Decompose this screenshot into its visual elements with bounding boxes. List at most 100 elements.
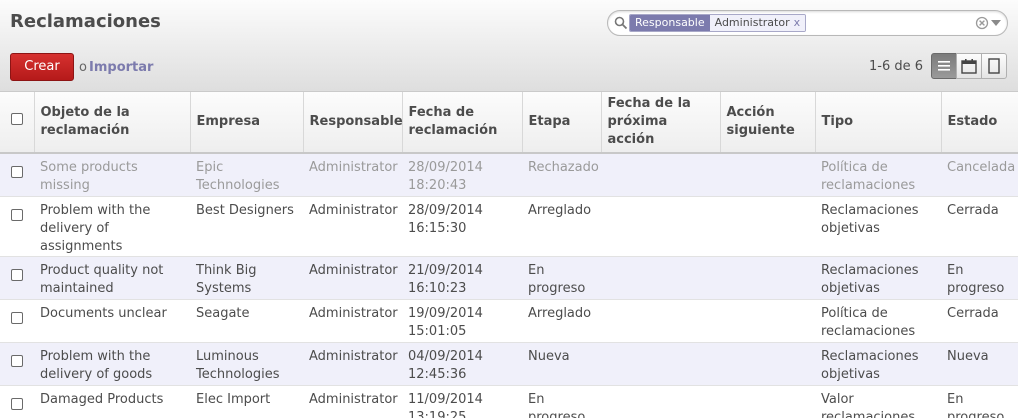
cell-subject: Some products missing (34, 153, 190, 197)
pager-value[interactable]: 1-6 de 6 (869, 59, 923, 74)
cell-stage: Arreglado (522, 299, 601, 343)
cell-next-date (601, 385, 720, 418)
cell-next-date (601, 153, 720, 197)
view-switcher (931, 53, 1008, 79)
control-panel: Reclamaciones Responsable Administrator … (0, 0, 1018, 92)
cell-responsible: Administrator (303, 256, 402, 300)
column-header[interactable]: Etapa (522, 92, 602, 154)
facet-category: Responsable (630, 15, 710, 31)
column-header[interactable]: Empresa (190, 92, 304, 154)
table-row[interactable]: Problem with the delivery of goods Lumin… (0, 342, 1018, 386)
cell-next-action (720, 256, 815, 300)
page-title: Reclamaciones (10, 11, 161, 32)
cell-company: Seagate (190, 299, 303, 343)
import-link[interactable]: Importar (89, 60, 153, 75)
select-all-cell (0, 92, 35, 154)
row-checkbox[interactable] (11, 311, 23, 324)
cell-subject: Problem with the delivery of assignments (34, 196, 190, 257)
cell-type: Reclamaciones objetivas (815, 256, 941, 300)
row-checkbox[interactable] (11, 354, 23, 367)
cell-next-action (720, 196, 815, 257)
table-row[interactable]: Some products missing Epic Technologies … (0, 153, 1018, 197)
cell-responsible: Administrator (303, 342, 402, 386)
cell-stage: En progreso (522, 256, 601, 300)
cell-next-action (720, 342, 815, 386)
table-row[interactable]: Documents unclear Seagate Administrator … (0, 299, 1018, 343)
cell-state: Cerrada (941, 299, 1018, 343)
cell-type: Valor reclamaciones (815, 385, 941, 418)
cell-company: Luminous Technologies (190, 342, 303, 386)
cell-company: Elec Import (190, 385, 303, 418)
cell-company: Epic Technologies (190, 153, 303, 197)
cell-next-date (601, 299, 720, 343)
cell-date: 19/09/2014 15:01:05 (402, 299, 522, 343)
facet-remove-icon[interactable]: x (794, 15, 801, 31)
cell-state: Cerrada (941, 196, 1018, 257)
search-icon (614, 16, 628, 30)
cell-stage: En progreso (522, 385, 601, 418)
column-header[interactable]: Fecha de reclamación (402, 92, 523, 154)
cell-subject: Damaged Products (34, 385, 190, 418)
calendar-view-icon (961, 58, 977, 74)
cell-type: Política de reclamaciones (815, 299, 941, 343)
row-checkbox[interactable] (11, 397, 23, 410)
calendar-view-button[interactable] (956, 53, 982, 79)
cell-date: 28/09/2014 16:15:30 (402, 196, 522, 257)
cell-responsible: Administrator (303, 385, 402, 418)
row-select-cell (0, 256, 34, 300)
search-facet[interactable]: Responsable Administrator x (629, 14, 807, 32)
caret-down-icon[interactable] (991, 20, 1001, 26)
cell-next-action (720, 385, 815, 418)
row-checkbox[interactable] (11, 208, 23, 221)
facet-value-wrap: Administrator x (709, 15, 806, 31)
row-checkbox[interactable] (11, 268, 23, 281)
cell-state: En progreso (941, 385, 1018, 418)
cell-next-date (601, 342, 720, 386)
cell-company: Think Big Systems (190, 256, 303, 300)
row-select-cell (0, 385, 34, 418)
cell-subject: Product quality not maintained (34, 256, 190, 300)
table-header: Objeto de la reclamación Empresa Respons… (0, 92, 1018, 154)
cell-stage: Arreglado (522, 196, 601, 257)
cell-state: Cancelada (941, 153, 1018, 197)
column-header[interactable]: Objeto de la reclamación (34, 92, 191, 154)
cell-responsible: Administrator (303, 196, 402, 257)
cell-subject: Documents unclear (34, 299, 190, 343)
row-select-cell (0, 196, 34, 257)
cell-company: Best Designers (190, 196, 303, 257)
row-select-cell (0, 153, 34, 197)
cell-next-action (720, 299, 815, 343)
list-view-button[interactable] (931, 53, 957, 79)
cell-stage: Nueva (522, 342, 601, 386)
cell-responsible: Administrator (303, 299, 402, 343)
cell-next-date (601, 196, 720, 257)
facet-value: Administrator (714, 16, 790, 29)
cell-next-action (720, 153, 815, 197)
column-header[interactable]: Acción siguiente (720, 92, 816, 154)
column-header[interactable]: Tipo (815, 92, 942, 154)
create-button[interactable]: Crear (10, 53, 74, 81)
cell-type: Reclamaciones objetivas (815, 342, 941, 386)
form-view-icon (988, 58, 1000, 74)
search-bar[interactable]: Responsable Administrator x (607, 10, 1008, 36)
column-header[interactable]: Fecha de la próxima acción (601, 92, 721, 154)
cell-state: En progreso (941, 256, 1018, 300)
row-checkbox[interactable] (11, 166, 23, 178)
cell-date: 28/09/2014 18:20:43 (402, 153, 522, 197)
cell-stage: Rechazado (522, 153, 601, 197)
cell-next-date (601, 256, 720, 300)
cell-date: 11/09/2014 13:19:25 (402, 385, 522, 418)
table-row[interactable]: Product quality not maintained Think Big… (0, 256, 1018, 300)
list-view-icon (938, 61, 950, 71)
table-row[interactable]: Damaged Products Elec Import Administrat… (0, 385, 1018, 418)
table-row[interactable]: Problem with the delivery of assignments… (0, 196, 1018, 257)
column-header[interactable]: Responsable (303, 92, 403, 154)
cell-responsible: Administrator (303, 153, 402, 197)
column-header[interactable]: Estado (941, 92, 1018, 154)
cell-type: Reclamaciones objetivas (815, 196, 941, 257)
select-all-checkbox[interactable] (10, 113, 23, 125)
clear-icon[interactable] (975, 16, 989, 30)
cell-date: 21/09/2014 16:10:23 (402, 256, 522, 300)
row-select-cell (0, 342, 34, 386)
form-view-button[interactable] (981, 53, 1007, 79)
